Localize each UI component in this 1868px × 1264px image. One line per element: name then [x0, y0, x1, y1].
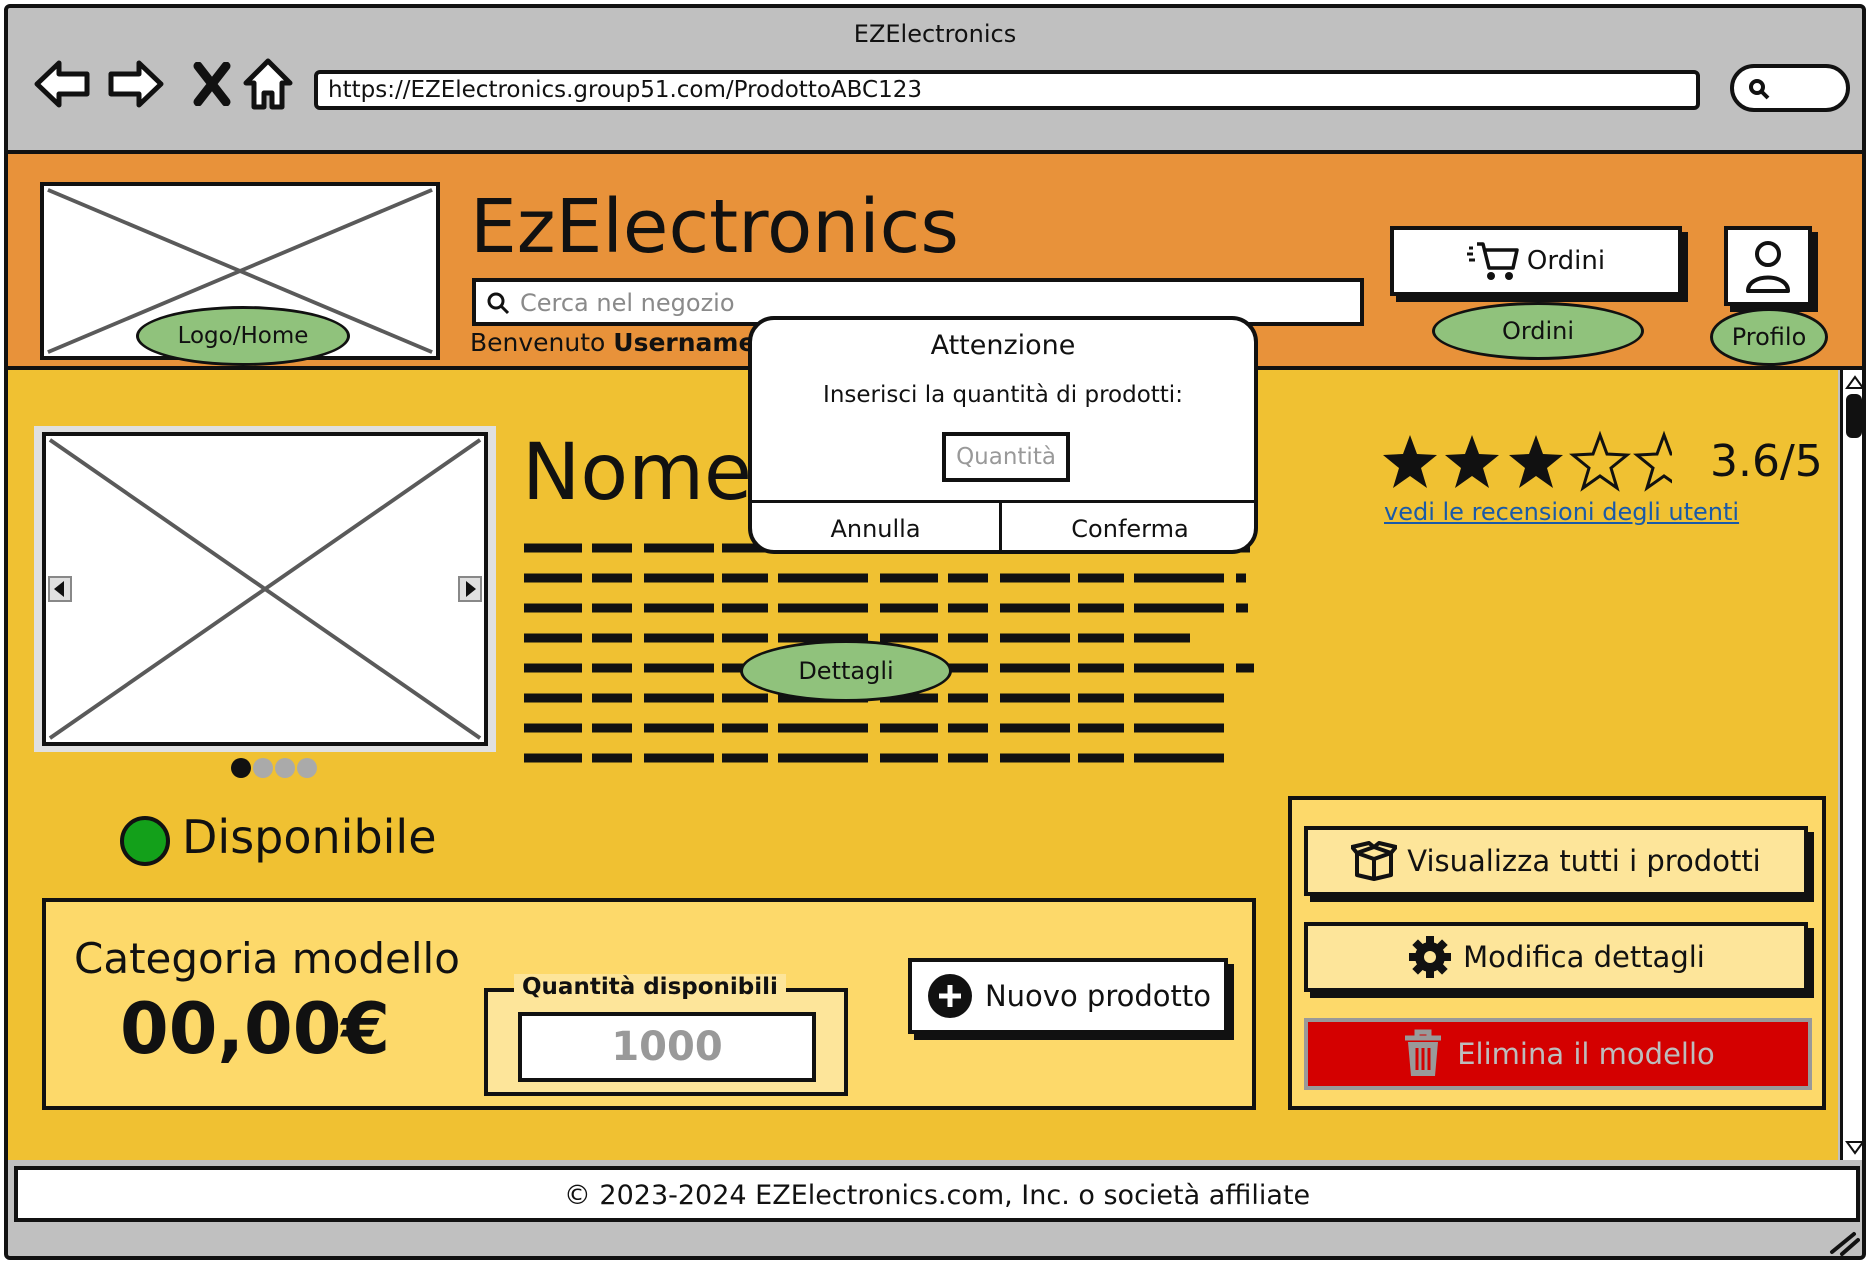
search-placeholder: Cerca nel negozio: [520, 289, 735, 317]
new-product-button[interactable]: Nuovo prodotto: [908, 958, 1228, 1034]
carousel-dot: [297, 758, 317, 778]
delete-model-button[interactable]: Elimina il modello: [1304, 1018, 1812, 1090]
forward-arrow-icon: [108, 60, 164, 108]
dialog-button-bar: Annulla Conferma: [752, 500, 1254, 550]
dialog-title: Attenzione: [930, 330, 1076, 361]
dialog-confirm-button[interactable]: Conferma: [1002, 503, 1254, 550]
stop-button[interactable]: [180, 52, 244, 116]
scroll-down-arrow-icon: [1845, 1141, 1862, 1155]
stock-group: Quantità disponibili 1000: [484, 974, 848, 1096]
carousel-next-button[interactable]: [458, 576, 482, 602]
window-title: EZElectronics: [853, 20, 1017, 48]
carousel-dot: [253, 758, 273, 778]
rating-stars: [1383, 433, 1672, 490]
reviews-link[interactable]: vedi le recensioni degli utenti: [1384, 498, 1739, 526]
stock-input[interactable]: 1000: [518, 1012, 816, 1082]
box-icon: [1351, 841, 1398, 881]
home-button[interactable]: [236, 52, 300, 116]
edit-details-button[interactable]: Modifica dettagli: [1304, 922, 1808, 992]
price-text: 00,00€: [120, 988, 391, 1070]
browser-search-field[interactable]: [1730, 64, 1850, 112]
carousel-dots[interactable]: [230, 756, 320, 780]
search-icon: [487, 292, 510, 315]
view-all-products-button[interactable]: Visualizza tutti i prodotti: [1304, 826, 1808, 896]
plus-circle-icon: [927, 974, 972, 1018]
edit-details-label: Modifica dettagli: [1463, 940, 1705, 974]
username: Username: [613, 328, 756, 357]
back-arrow-icon: [34, 60, 90, 108]
scroll-up-arrow-icon: [1845, 375, 1862, 389]
carousel-dot: [275, 758, 295, 778]
triangle-right-icon: [466, 581, 476, 597]
quantity-dialog: Attenzione Inserisci la quantità di prod…: [748, 316, 1258, 554]
star-icon: [1509, 435, 1563, 488]
availability-indicator: [120, 816, 170, 866]
dialog-cancel-button[interactable]: Annulla: [752, 503, 1002, 550]
url-bar[interactable]: https://EZElectronics.group51.com/Prodot…: [314, 70, 1700, 110]
browser-window: EZElectronics https://EZElectronics.grou…: [4, 4, 1866, 1260]
brand-title[interactable]: EzElectronics: [470, 184, 959, 270]
product-name: Nome: [522, 428, 753, 518]
rating-text: 3.6/5: [1710, 436, 1823, 487]
profile-button[interactable]: [1724, 226, 1812, 306]
carousel: [34, 426, 496, 752]
forward-button[interactable]: [104, 52, 168, 116]
details-label: Dettagli: [740, 640, 952, 702]
orders-button-label: Ordini: [1526, 246, 1606, 276]
cart-icon: [1466, 242, 1519, 280]
dialog-message: Inserisci la quantità di prodotti:: [823, 382, 1183, 408]
star-icon: [1445, 435, 1499, 488]
star-icon: [1383, 435, 1437, 488]
close-icon: [193, 62, 231, 106]
page-footer: © 2023-2024 EZElectronics.com, Inc. o so…: [14, 1166, 1860, 1222]
welcome-prefix: Benvenuto: [470, 328, 606, 357]
star-icon: [1635, 433, 1672, 490]
stock-label: Quantità disponibili: [514, 974, 786, 1000]
scrollbar[interactable]: [1840, 370, 1862, 1160]
product-image-placeholder: [42, 432, 488, 746]
gear-icon: [1409, 936, 1452, 978]
category-text: Categoria modello: [74, 934, 460, 983]
welcome-text: Benvenuto Username: [470, 328, 755, 357]
orders-label: Ordini: [1432, 302, 1644, 360]
search-icon: [1749, 79, 1770, 100]
carousel-prev-button[interactable]: [48, 576, 72, 602]
star-icon: [1571, 433, 1629, 490]
profile-label: Profilo: [1710, 308, 1828, 366]
new-product-label: Nuovo prodotto: [984, 979, 1211, 1013]
scrollbar-thumb[interactable]: [1846, 394, 1862, 438]
user-icon: [1746, 241, 1790, 293]
home-icon: [243, 58, 293, 110]
orders-button[interactable]: Ordini: [1390, 226, 1682, 296]
triangle-left-icon: [54, 581, 64, 597]
dialog-quantity-input[interactable]: Quantità: [942, 432, 1070, 482]
back-button[interactable]: [30, 52, 94, 116]
availability-text: Disponibile: [182, 810, 437, 864]
delete-model-label: Elimina il modello: [1457, 1037, 1715, 1071]
logo-home-label: Logo/Home: [136, 306, 350, 366]
carousel-dot: [231, 758, 251, 778]
trash-icon: [1405, 1029, 1442, 1076]
view-all-products-label: Visualizza tutti i prodotti: [1407, 844, 1761, 878]
admin-actions-panel: Visualizza tutti i prodotti Modifica det…: [1288, 796, 1826, 1110]
resize-grip-icon[interactable]: [1828, 1228, 1860, 1256]
product-info-panel: Categoria modello 00,00€ Quantità dispon…: [42, 898, 1256, 1110]
